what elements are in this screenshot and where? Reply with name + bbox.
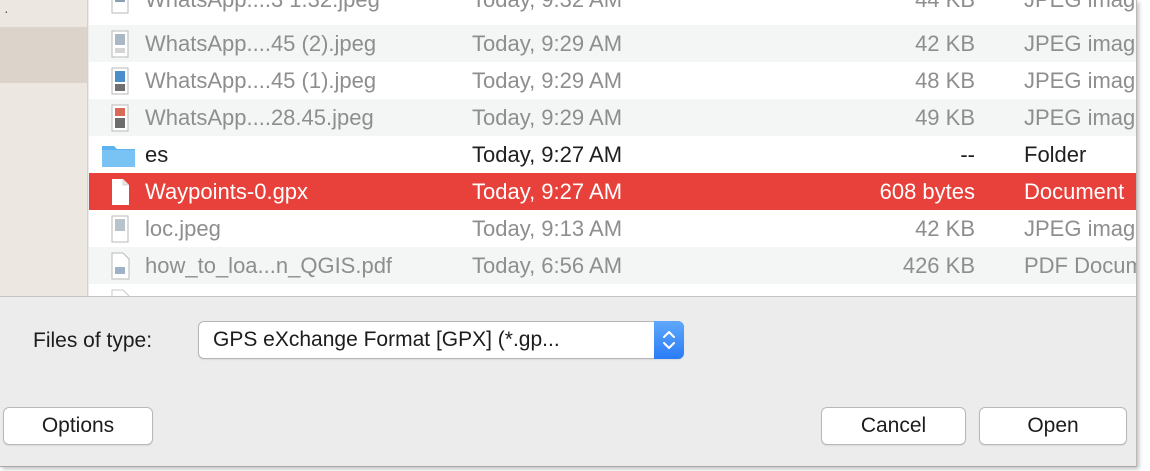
file-date: Today, 9:13 AM: [472, 216, 623, 241]
file-kind: JPEG image: [1024, 105, 1136, 130]
sidebar-selected-item[interactable]: [0, 27, 88, 83]
file-kind: PDF Document: [1024, 253, 1136, 278]
file-size: 426 KB: [902, 253, 975, 278]
sidebar: ·: [0, 0, 88, 297]
cancel-button[interactable]: Cancel: [821, 407, 966, 445]
file-row[interactable]: WhatsApp....45 (2).jpeg Today, 9:29 AM 4…: [89, 25, 1136, 62]
file-name: es: [145, 142, 169, 167]
file-row[interactable]: how_to_loa...n_QGIS.pdf Today, 6:56 AM 4…: [89, 247, 1136, 284]
options-button[interactable]: Options: [3, 407, 153, 445]
image-file-icon: [111, 67, 129, 95]
file-row[interactable]: WhatsApp....28.45.jpeg Today, 9:29 AM 49…: [89, 99, 1136, 136]
file-size: 42 KB: [915, 216, 975, 241]
file-name: Waypoints-0.gpx: [145, 179, 309, 204]
file-kind: JPEG image: [1024, 216, 1136, 241]
file-name: WhatsApp....45 (2).jpeg: [145, 31, 377, 56]
file-date: Today, 9:29 AM: [472, 31, 623, 56]
folder-row[interactable]: es Today, 9:27 AM -- Folder: [89, 136, 1136, 173]
file-size: 48 KB: [915, 68, 975, 93]
image-file-icon: [111, 30, 129, 58]
file-date: Today, 9:32 AM: [472, 0, 772, 18]
file-date: Today, 9:27 AM: [472, 142, 623, 167]
file-kind: Folder: [1024, 142, 1087, 167]
file-name: WhatsApp....45 (1).jpeg: [145, 68, 377, 93]
files-of-type-value: GPS eXchange Format [GPX] (*.gp...: [213, 328, 560, 351]
file-row[interactable]: loc.jpeg Today, 9:13 AM 42 KB JPEG image: [89, 210, 1136, 247]
folder-icon: [102, 146, 135, 167]
file-date: Today, 9:27 AM: [472, 179, 623, 204]
pdf-file-icon: [111, 252, 130, 280]
file-size: 49 KB: [915, 105, 975, 130]
file-name: WhatsApp....28.45.jpeg: [145, 105, 374, 130]
file-list[interactable]: WhatsApp....3 1.32.jpeg Today, 9:32 AM 4…: [89, 0, 1136, 297]
list-separator: [0, 296, 1136, 297]
file-row-selected[interactable]: Waypoints-0.gpx Today, 9:27 AM 608 bytes…: [89, 173, 1136, 210]
sidebar-divider: [87, 0, 88, 297]
image-file-icon: [111, 104, 129, 132]
image-file-icon: [111, 215, 129, 243]
file-date: Today, 9:29 AM: [472, 68, 623, 93]
sidebar-dot-icon: ·: [4, 3, 9, 19]
open-file-dialog: · WhatsApp....3 1.32.jpeg Today, 9:32 AM…: [0, 0, 1137, 467]
file-kind: Document: [1024, 179, 1125, 204]
file-size: 42 KB: [915, 31, 975, 56]
up-down-chevron-icon: [663, 331, 675, 349]
file-date: Today, 6:56 AM: [472, 253, 623, 278]
files-of-type-popup[interactable]: GPS eXchange Format [GPX] (*.gp...: [198, 321, 684, 359]
file-name: how_to_loa...n_QGIS.pdf: [145, 253, 393, 278]
file-kind: JPEG image: [1024, 68, 1136, 93]
file-size: 608 bytes: [879, 179, 975, 204]
file-row[interactable]: WhatsApp....3 1.32.jpeg Today, 9:32 AM 4…: [89, 0, 1136, 18]
file-name: loc.jpeg: [145, 216, 221, 241]
files-of-type-label: Files of type:: [33, 329, 153, 352]
file-size: --: [960, 142, 975, 167]
document-icon: [112, 179, 129, 205]
file-date: Today, 9:29 AM: [472, 105, 623, 130]
file-kind: JPEG image: [1024, 0, 1136, 18]
popup-stepper[interactable]: [654, 321, 684, 359]
open-button[interactable]: Open: [979, 407, 1127, 445]
file-kind: JPEG image: [1024, 31, 1136, 56]
image-file-icon: [111, 0, 129, 14]
file-size: 44 KB: [779, 0, 975, 18]
file-row[interactable]: WhatsApp....45 (1).jpeg Today, 9:29 AM 4…: [89, 62, 1136, 99]
file-name: WhatsApp....3 1.32.jpeg: [145, 0, 455, 18]
